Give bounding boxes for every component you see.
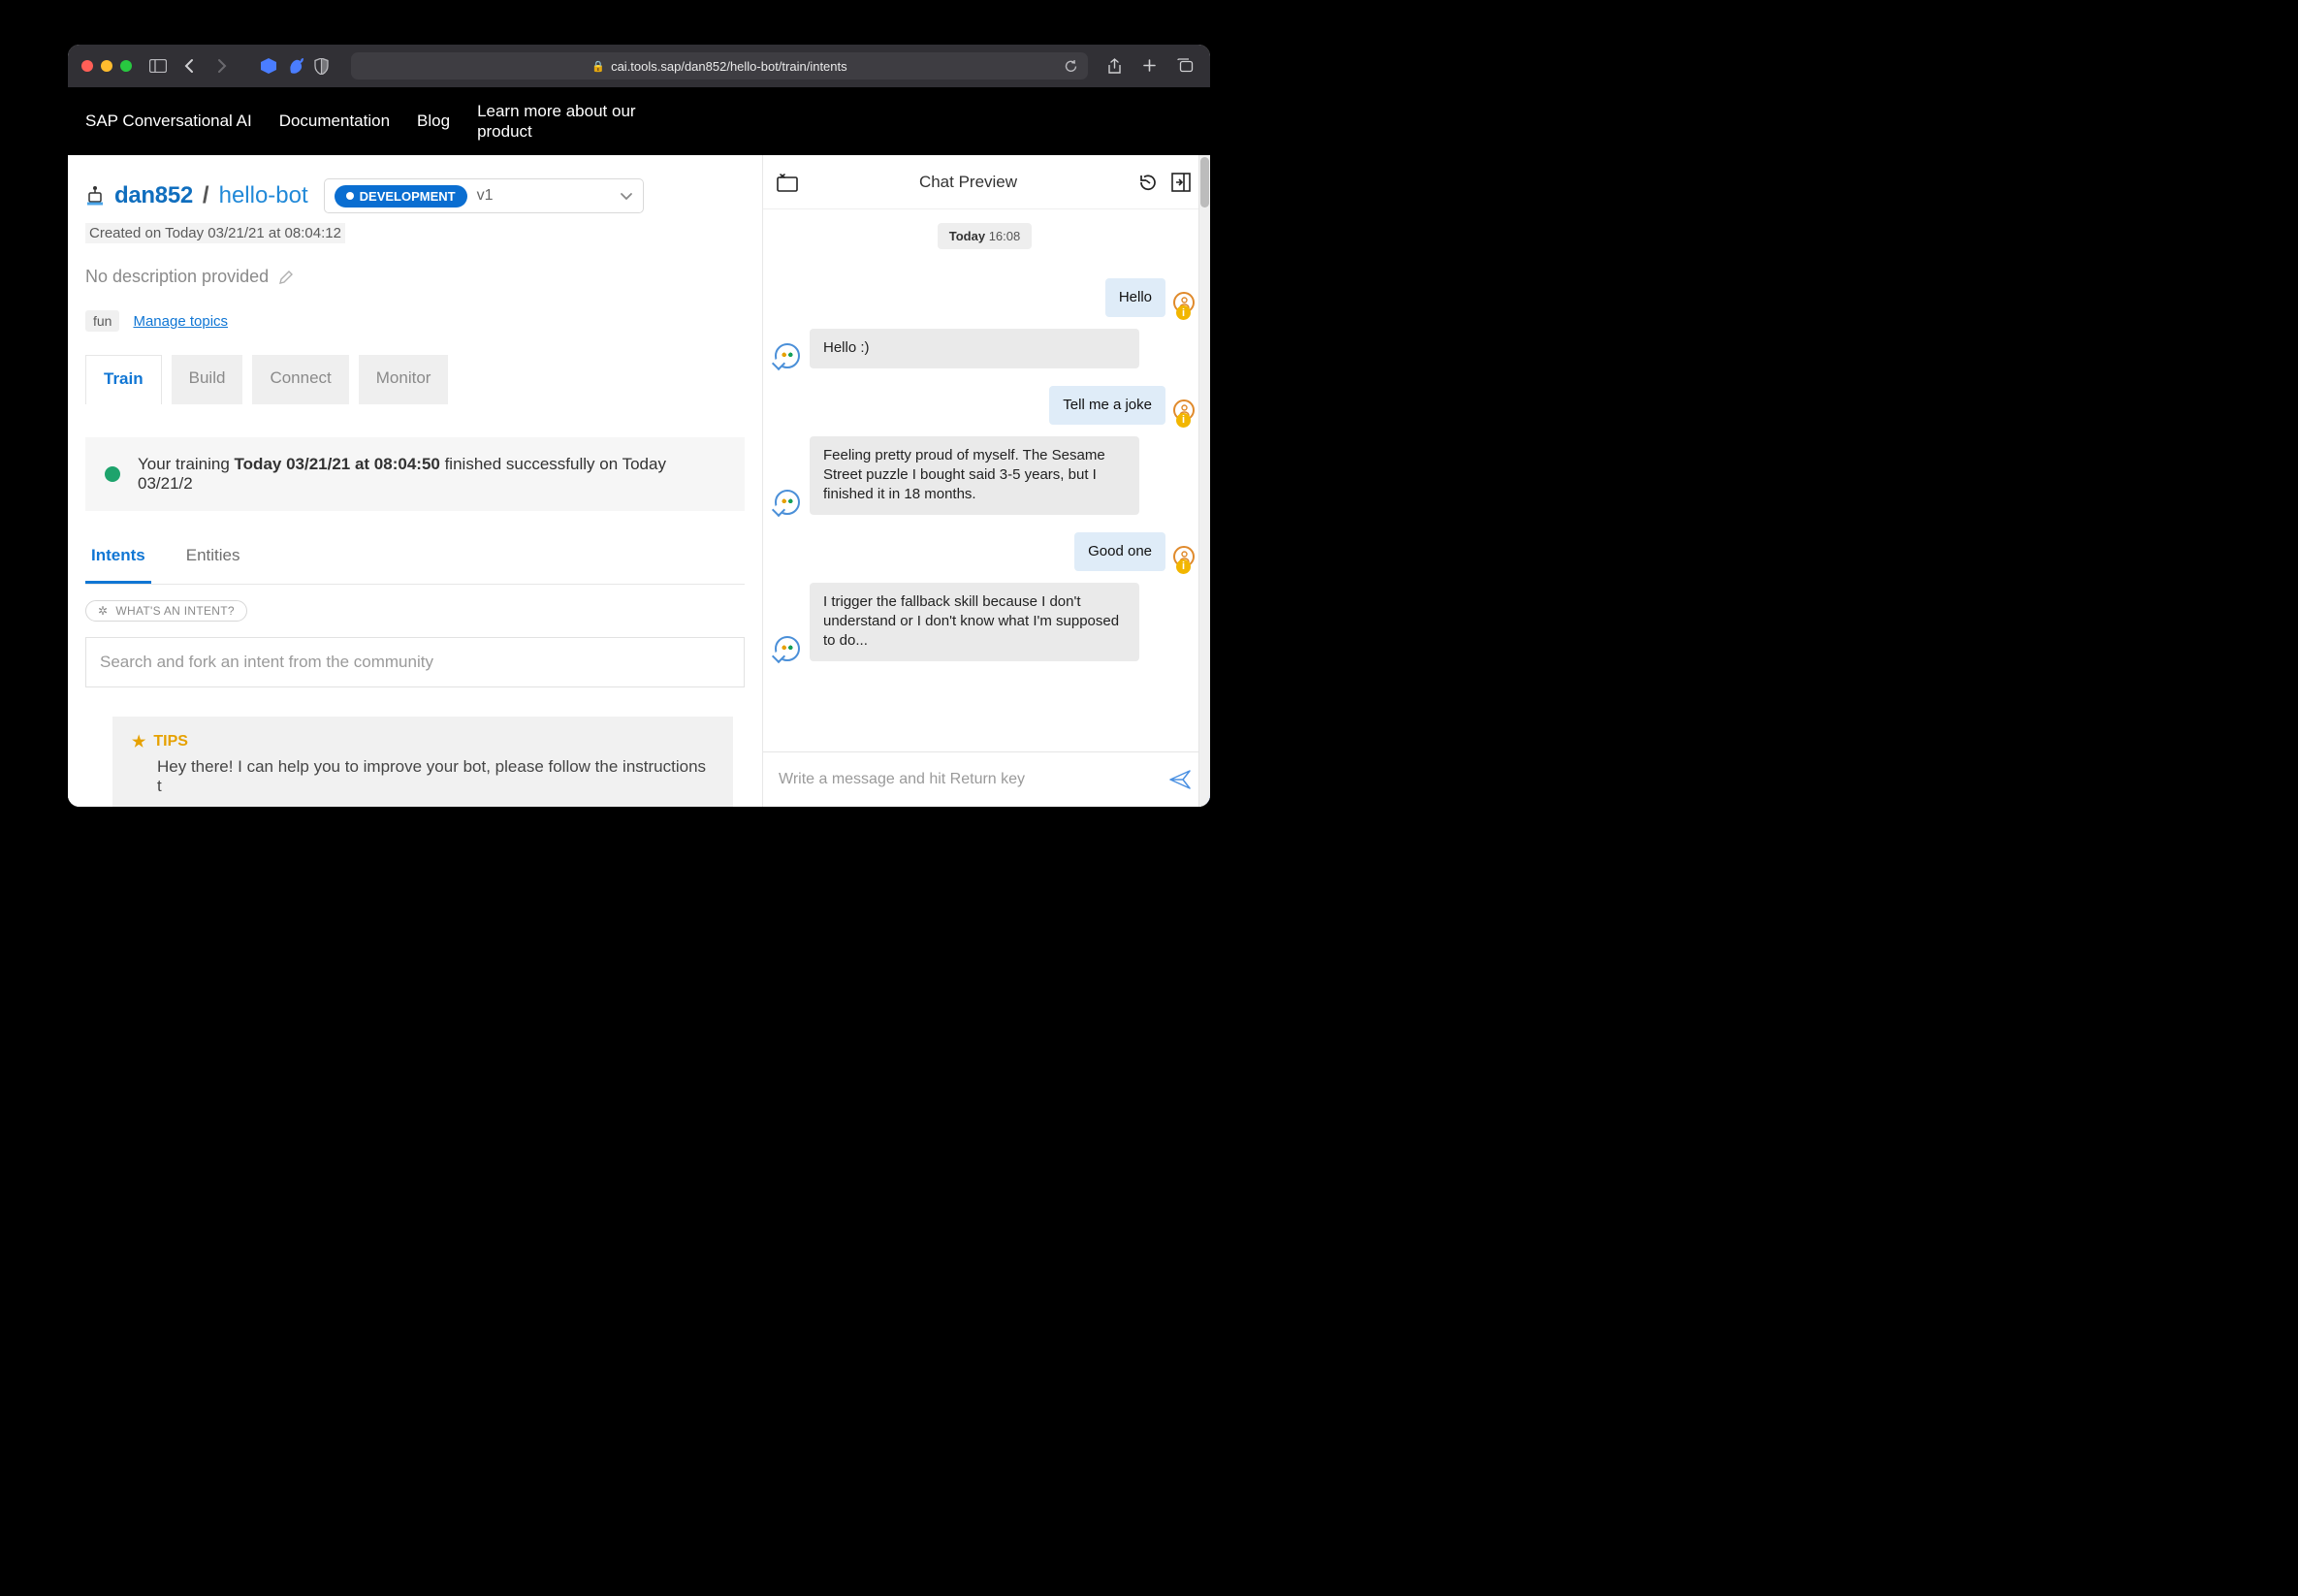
- bot-avatar-icon: [775, 490, 800, 515]
- chat-history-button[interactable]: [1138, 173, 1158, 192]
- share-button[interactable]: [1107, 58, 1127, 75]
- whats-label: WHAT'S AN INTENT?: [115, 604, 235, 618]
- description-text: No description provided: [85, 267, 269, 287]
- scrollbar-thumb[interactable]: [1200, 157, 1209, 207]
- vertical-scrollbar[interactable]: [1198, 155, 1210, 807]
- environment-badge-label: DEVELOPMENT: [360, 189, 456, 204]
- manage-topics-link[interactable]: Manage topics: [133, 313, 228, 330]
- chat-title: Chat Preview: [798, 173, 1138, 192]
- main-pane: dan852 / hello-bot DEVELOPMENT v1 Create…: [68, 155, 762, 807]
- message-bubble: Hello :): [810, 329, 1139, 367]
- url-text: cai.tools.sap/dan852/hello-bot/train/int…: [611, 59, 847, 74]
- created-timestamp: Created on Today 03/21/21 at 08:04:12: [85, 223, 345, 243]
- chat-message-user: Tell me a joke: [775, 386, 1195, 425]
- address-bar[interactable]: 🔒 cai.tools.sap/dan852/hello-bot/train/i…: [351, 52, 1088, 80]
- subtab-entities[interactable]: Entities: [180, 536, 246, 584]
- forward-button[interactable]: [217, 58, 237, 74]
- nav-blog[interactable]: Blog: [417, 112, 450, 131]
- status-success-icon: [105, 466, 120, 482]
- subtab-intents[interactable]: Intents: [85, 536, 151, 584]
- bot-avatar-icon: [775, 343, 800, 368]
- chat-message-bot: Hello :): [775, 329, 1195, 367]
- edit-description-button[interactable]: [278, 270, 294, 285]
- train-subtabs: Intents Entities: [85, 536, 745, 585]
- extension-icon-2[interactable]: [287, 57, 304, 75]
- nav-learn-more[interactable]: Learn more about our product: [477, 101, 652, 143]
- info-badge-icon[interactable]: i: [1176, 559, 1191, 574]
- browser-window: 🔒 cai.tools.sap/dan852/hello-bot/train/i…: [68, 45, 1210, 807]
- tab-connect[interactable]: Connect: [252, 355, 348, 404]
- gear-icon: ✲: [98, 604, 108, 618]
- app-navbar: SAP Conversational AI Documentation Blog…: [68, 87, 1210, 155]
- training-status-banner: Your training Today 03/21/21 at 08:04:50…: [85, 437, 745, 511]
- window-controls: [81, 60, 132, 72]
- minimize-window-button[interactable]: [101, 60, 112, 72]
- chat-message-user: Hello: [775, 278, 1195, 317]
- robot-icon: [85, 185, 105, 207]
- message-bubble: I trigger the fallback skill because I d…: [810, 583, 1139, 661]
- tab-build[interactable]: Build: [172, 355, 243, 404]
- chevron-down-icon: [620, 192, 633, 201]
- tab-train[interactable]: Train: [85, 355, 162, 404]
- info-badge-icon[interactable]: i: [1176, 413, 1191, 428]
- whats-an-intent-button[interactable]: ✲ WHAT'S AN INTENT?: [85, 600, 247, 622]
- chat-input-area: [763, 751, 1206, 807]
- new-tab-button[interactable]: [1142, 58, 1162, 75]
- message-bubble: Feeling pretty proud of myself. The Sesa…: [810, 436, 1139, 515]
- intent-search-input[interactable]: [85, 637, 745, 687]
- version-label: v1: [477, 187, 494, 205]
- chat-screen-icon[interactable]: [777, 173, 798, 192]
- reload-button[interactable]: [1064, 59, 1078, 74]
- tabs-overview-button[interactable]: [1177, 58, 1197, 75]
- environment-selector[interactable]: DEVELOPMENT v1: [324, 178, 644, 213]
- breadcrumb-separator: /: [203, 182, 209, 209]
- shield-icon[interactable]: [314, 58, 334, 75]
- bot-avatar-icon: [775, 636, 800, 661]
- chat-message-bot: I trigger the fallback skill because I d…: [775, 583, 1195, 661]
- status-text: Your training Today 03/21/21 at 08:04:50…: [138, 455, 725, 494]
- chat-preview-panel: Chat Preview Today 16:08: [762, 155, 1210, 807]
- main-tabs: Train Build Connect Monitor: [85, 355, 745, 404]
- lock-icon: 🔒: [591, 60, 605, 73]
- brand-label: SAP Conversational AI: [85, 112, 252, 131]
- tips-card: ★ TIPS Hey there! I can help you to impr…: [112, 717, 733, 807]
- chat-collapse-button[interactable]: [1171, 173, 1191, 192]
- tips-title: TIPS: [153, 733, 188, 750]
- nav-documentation[interactable]: Documentation: [279, 112, 390, 131]
- sidebar-toggle-icon[interactable]: [149, 59, 169, 73]
- send-button[interactable]: [1169, 770, 1191, 789]
- chat-message-input[interactable]: [779, 771, 1169, 788]
- chat-header: Chat Preview: [763, 155, 1206, 209]
- message-bubble: Tell me a joke: [1049, 386, 1165, 425]
- chat-message-user: Good one: [775, 532, 1195, 571]
- info-badge-icon[interactable]: i: [1176, 305, 1191, 320]
- chat-message-bot: Feeling pretty proud of myself. The Sesa…: [775, 436, 1195, 515]
- breadcrumb: dan852 / hello-bot DEVELOPMENT v1: [85, 178, 745, 213]
- breadcrumb-bot[interactable]: hello-bot: [219, 182, 308, 209]
- tips-body: Hey there! I can help you to improve you…: [132, 757, 714, 796]
- chat-message-list: Today 16:08 Hello i Hello :): [763, 209, 1206, 751]
- back-button[interactable]: [184, 58, 204, 74]
- environment-badge: DEVELOPMENT: [335, 185, 467, 207]
- extension-icon-1[interactable]: [260, 57, 277, 75]
- close-window-button[interactable]: [81, 60, 93, 72]
- maximize-window-button[interactable]: [120, 60, 132, 72]
- chat-date-pill: Today 16:08: [938, 223, 1033, 249]
- topic-chip-fun[interactable]: fun: [85, 310, 119, 332]
- star-icon: ★: [132, 732, 145, 751]
- message-bubble: Hello: [1105, 278, 1165, 317]
- breadcrumb-user[interactable]: dan852: [114, 182, 193, 209]
- message-bubble: Good one: [1074, 532, 1165, 571]
- browser-chrome: 🔒 cai.tools.sap/dan852/hello-bot/train/i…: [68, 45, 1210, 87]
- tab-monitor[interactable]: Monitor: [359, 355, 449, 404]
